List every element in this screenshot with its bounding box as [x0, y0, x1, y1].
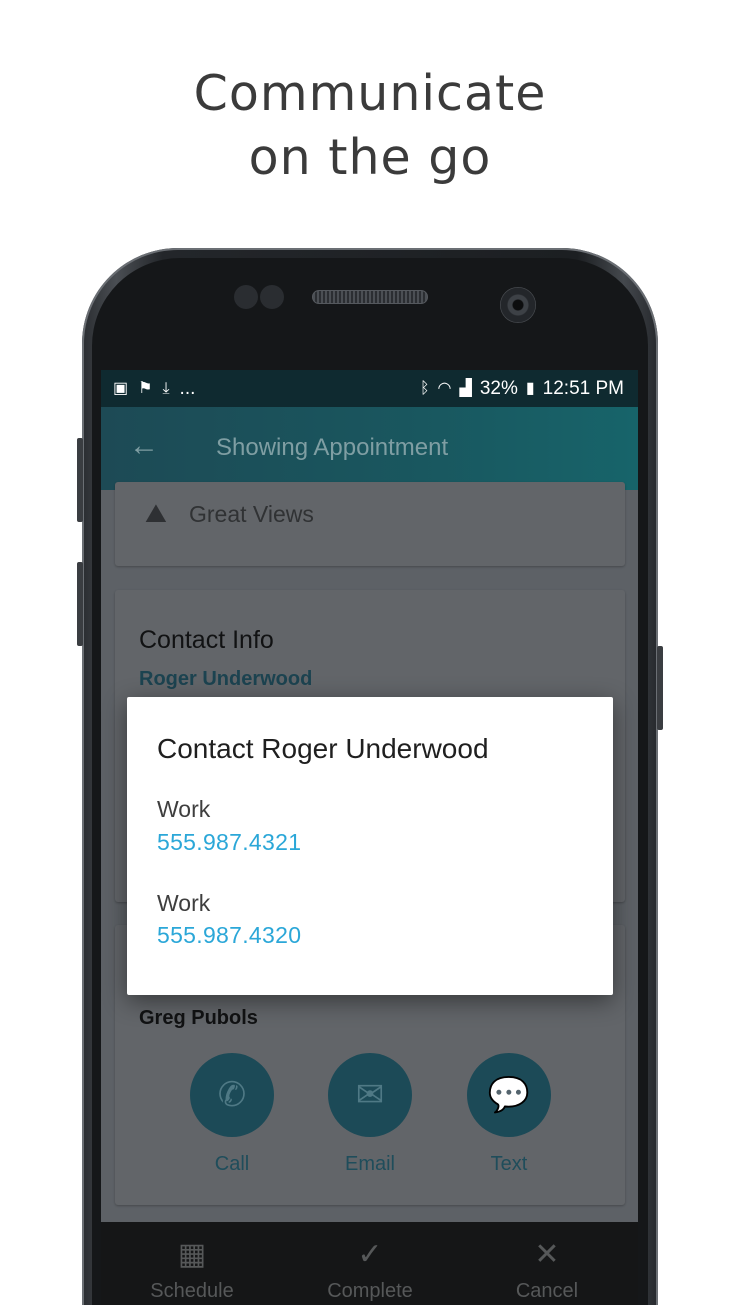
battery-percent: 32% — [479, 378, 518, 399]
dialog-title: Contact Roger Underwood — [157, 733, 489, 764]
clock: 12:51 PM — [542, 378, 624, 399]
check-icon: ✓ — [357, 1238, 383, 1271]
earpiece-speaker — [312, 290, 428, 304]
headline: Communicate on the go — [0, 62, 740, 190]
call-button[interactable]: ✆ Call — [190, 1053, 274, 1176]
agent-name: Greg Pubols — [139, 1007, 258, 1029]
front-camera-icon — [500, 287, 536, 323]
battery-icon: ▮ — [525, 380, 535, 397]
cancel-button[interactable]: ✕ Cancel — [477, 1238, 617, 1303]
schedule-button[interactable]: ▦ Schedule — [122, 1238, 262, 1303]
phone-link-2[interactable]: 555.987.4320 — [157, 922, 301, 949]
phone-link-1[interactable]: 555.987.4321 — [157, 829, 301, 856]
bluetooth-icon: ᛒ — [419, 380, 430, 397]
back-arrow-icon[interactable]: ← — [129, 429, 159, 463]
signal-icon: ▟ — [459, 380, 472, 397]
download-notification-icon: ⤓ — [162, 380, 170, 397]
page-title: Showing Appointment — [216, 434, 449, 461]
flag-notification-icon: ⚑ — [138, 380, 153, 397]
call-label: Call — [214, 1153, 250, 1175]
contact-name-link[interactable]: Roger Underwood — [139, 668, 312, 691]
status-notifications: ▣ ⚑ ⤓ ... — [113, 378, 195, 400]
app-bar: ← Showing Appointment — [101, 407, 638, 490]
email-button[interactable]: ✉ Email — [328, 1053, 412, 1176]
contact-info-heading: Contact Info — [139, 626, 274, 654]
cancel-label: Cancel — [515, 1280, 579, 1302]
light-sensor-icon — [260, 285, 284, 309]
status-system: ᛒ ◠ ▟ 32% ▮ 12:51 PM — [420, 378, 624, 400]
headline-line-2: on the go — [248, 129, 492, 186]
views-icon: ⛰ — [145, 498, 167, 528]
proximity-sensor-icon — [234, 285, 258, 309]
schedule-label: Schedule — [150, 1280, 234, 1302]
chat-icon: 💬 — [467, 1053, 551, 1137]
phone-label-2: Work — [157, 890, 211, 916]
close-icon: ✕ — [534, 1238, 560, 1271]
feature-label: Great Views — [189, 501, 314, 527]
complete-button[interactable]: ✓ Complete — [300, 1238, 440, 1303]
more-notifications: ... — [179, 378, 196, 399]
phone-icon: ✆ — [190, 1053, 274, 1137]
phone-label-1: Work — [157, 796, 211, 822]
wifi-icon: ◠ — [437, 380, 452, 397]
contact-dialog: Contact Roger Underwood Work 555.987.432… — [127, 697, 613, 995]
headline-line-1: Communicate — [193, 65, 547, 122]
power-button — [657, 646, 663, 730]
complete-label: Complete — [327, 1280, 413, 1302]
bottom-action-bar: ▦ Schedule ✓ Complete ✕ Cancel — [101, 1222, 638, 1305]
status-bar: ▣ ⚑ ⤓ ... ᛒ ◠ ▟ 32% ▮ 12:51 PM — [101, 370, 638, 407]
volume-up-button — [77, 438, 83, 522]
calendar-icon: ▦ — [177, 1238, 207, 1271]
text-label: Text — [490, 1153, 528, 1175]
property-features-card: ⛰ Great Views — [115, 482, 625, 566]
text-button[interactable]: 💬 Text — [467, 1053, 551, 1176]
envelope-icon: ✉ — [328, 1053, 412, 1137]
volume-down-button — [77, 562, 83, 646]
email-label: Email — [344, 1153, 395, 1175]
image-notification-icon: ▣ — [113, 380, 129, 397]
